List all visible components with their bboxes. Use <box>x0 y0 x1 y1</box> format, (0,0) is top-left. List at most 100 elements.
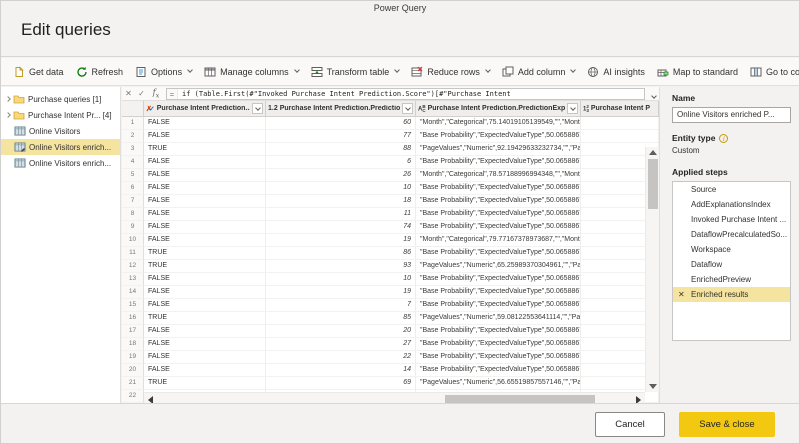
row-number-cell[interactable]: 8 <box>122 208 144 221</box>
delete-step-icon[interactable]: ✕ <box>678 287 685 302</box>
name-input[interactable]: Online Visitors enriched P... <box>672 107 791 123</box>
get-data-button[interactable]: Get data <box>7 61 70 83</box>
map-to-standard-button[interactable]: Map to standard <box>651 61 744 83</box>
prediction-score-cell[interactable]: 85 <box>266 312 416 325</box>
row-number-cell[interactable]: 18 <box>122 338 144 351</box>
row-number-cell[interactable]: 16 <box>122 312 144 325</box>
prediction-cell[interactable]: FALSE <box>144 286 266 299</box>
prediction-cell[interactable]: FALSE <box>144 325 266 338</box>
sidebar-item-online-visitors-enriched[interactable]: Online Visitors enrich... <box>1 139 120 155</box>
prediction-cell[interactable]: FALSE <box>144 130 266 143</box>
row-number-cell[interactable]: 4 <box>122 156 144 169</box>
applied-step-workspace[interactable]: Workspace <box>673 242 790 257</box>
applied-step-dataflow[interactable]: Dataflow <box>673 257 790 272</box>
prediction-cell[interactable]: FALSE <box>144 156 266 169</box>
prediction-score-cell[interactable]: 7 <box>266 299 416 312</box>
filter-button[interactable] <box>402 103 413 114</box>
row-number-cell[interactable]: 19 <box>122 351 144 364</box>
prediction-cell[interactable]: FALSE <box>144 169 266 182</box>
row-number-cell[interactable]: 13 <box>122 273 144 286</box>
row-number-cell[interactable]: 2 <box>122 130 144 143</box>
prediction-explanation-cell[interactable]: "Base Probability","ExpectedValueType",5… <box>416 338 581 351</box>
column-header-purchase-intent[interactable]: 123 Purchase Intent P <box>581 101 659 117</box>
prediction-score-cell[interactable]: 88 <box>266 143 416 156</box>
prediction-score-cell[interactable]: 77 <box>266 130 416 143</box>
prediction-score-cell[interactable]: 6 <box>266 156 416 169</box>
prediction-cell[interactable]: TRUE <box>144 247 266 260</box>
prediction-cell[interactable]: TRUE <box>144 377 266 390</box>
row-number-cell[interactable]: 3 <box>122 143 144 156</box>
info-icon[interactable]: i <box>719 134 728 143</box>
options-button[interactable]: Options <box>129 61 198 83</box>
formula-text[interactable]: if (Table.First(#"Invoked Purchase Inten… <box>178 90 644 98</box>
row-number-cell[interactable]: 5 <box>122 169 144 182</box>
prediction-score-cell[interactable]: 19 <box>266 286 416 299</box>
prediction-explanation-cell[interactable]: "Base Probability","ExpectedValueType",5… <box>416 221 581 234</box>
column-header-prediction-score[interactable]: 1.2 Purchase Intent Prediction.Predictio… <box>266 101 416 117</box>
prediction-score-cell[interactable]: 26 <box>266 169 416 182</box>
row-number-cell[interactable]: 22 <box>122 390 144 403</box>
applied-step-invoked-purchase-intent-[interactable]: Invoked Purchase Intent ... <box>673 212 790 227</box>
row-number-cell[interactable]: 14 <box>122 286 144 299</box>
purchase-intent-cell[interactable] <box>581 130 659 143</box>
prediction-explanation-cell[interactable]: "Base Probability","ExpectedValueType",5… <box>416 364 581 377</box>
prediction-cell[interactable]: FALSE <box>144 299 266 312</box>
reduce-rows-button[interactable]: Reduce rows <box>405 61 496 83</box>
prediction-explanation-cell[interactable]: "Base Probability","ExpectedValueType",5… <box>416 130 581 143</box>
row-number-cell[interactable]: 11 <box>122 247 144 260</box>
row-number-cell[interactable]: 6 <box>122 182 144 195</box>
prediction-explanation-cell[interactable]: "Base Probability","ExpectedValueType",5… <box>416 182 581 195</box>
refresh-button[interactable]: Refresh <box>70 61 130 83</box>
prediction-explanation-cell[interactable]: "Base Probability","ExpectedValueType",5… <box>416 156 581 169</box>
applied-step-enrichedpreview[interactable]: EnrichedPreview <box>673 272 790 287</box>
prediction-cell[interactable]: FALSE <box>144 273 266 286</box>
row-number-cell[interactable]: 10 <box>122 234 144 247</box>
applied-step-source[interactable]: Source <box>673 182 790 197</box>
prediction-explanation-cell[interactable]: "Month","Categorical",79.77167378973687,… <box>416 234 581 247</box>
prediction-score-cell[interactable]: 22 <box>266 351 416 364</box>
prediction-cell[interactable]: FALSE <box>144 351 266 364</box>
filter-button[interactable] <box>252 103 263 114</box>
sidebar-item-purchase-queries[interactable]: Purchase queries [1] <box>1 91 120 107</box>
sidebar-item-online-visitors[interactable]: Online Visitors <box>1 123 120 139</box>
prediction-explanation-cell[interactable]: "Base Probability","ExpectedValueType",5… <box>416 286 581 299</box>
row-number-cell[interactable]: 7 <box>122 195 144 208</box>
prediction-explanation-cell[interactable]: "Base Probability","ExpectedValueType",5… <box>416 351 581 364</box>
commit-formula-icon[interactable]: ✓ <box>135 89 148 98</box>
prediction-score-cell[interactable]: 27 <box>266 338 416 351</box>
cancel-button[interactable]: Cancel <box>595 412 665 437</box>
prediction-cell[interactable]: FALSE <box>144 195 266 208</box>
prediction-cell[interactable]: TRUE <box>144 260 266 273</box>
prediction-explanation-cell[interactable]: "Base Probability","ExpectedValueType",5… <box>416 195 581 208</box>
prediction-explanation-cell[interactable]: "Month","Categorical",75.14019105139549,… <box>416 117 581 130</box>
column-header-prediction-explanation[interactable]: ABC Purchase Intent Prediction.Predictio… <box>416 101 581 117</box>
prediction-score-cell[interactable]: 86 <box>266 247 416 260</box>
row-number-cell[interactable]: 12 <box>122 260 144 273</box>
expand-arrow-icon[interactable] <box>5 112 11 118</box>
prediction-score-cell[interactable]: 10 <box>266 182 416 195</box>
prediction-score-cell[interactable]: 14 <box>266 364 416 377</box>
prediction-explanation-cell[interactable]: "Month","Categorical",78.57188996994348,… <box>416 169 581 182</box>
scroll-up-icon[interactable] <box>649 150 657 155</box>
applied-step-dataflowprecalculatedso-[interactable]: DataflowPrecalculatedSo... <box>673 227 790 242</box>
column-header-prediction[interactable]: ✗✓ Purchase Intent Prediction.... <box>144 101 266 117</box>
vertical-scrollbar[interactable] <box>645 147 659 392</box>
prediction-score-cell[interactable]: 60 <box>266 117 416 130</box>
expand-arrow-icon[interactable] <box>5 96 11 102</box>
cancel-formula-icon[interactable]: ✕ <box>122 89 135 98</box>
prediction-explanation-cell[interactable]: "PageValues","Numeric",59.08122553641114… <box>416 312 581 325</box>
prediction-explanation-cell[interactable]: "Base Probability","ExpectedValueType",5… <box>416 299 581 312</box>
row-number-cell[interactable]: 15 <box>122 299 144 312</box>
sidebar-item-purchase-intent[interactable]: Purchase Intent Pr... [4] <box>1 107 120 123</box>
prediction-explanation-cell[interactable]: "Base Probability","ExpectedValueType",5… <box>416 325 581 338</box>
prediction-explanation-cell[interactable]: "PageValues","Numeric",56.65519857557146… <box>416 377 581 390</box>
prediction-score-cell[interactable]: 18 <box>266 195 416 208</box>
sidebar-item-online-visitors-enriched-2[interactable]: Online Visitors enrich... <box>1 155 120 171</box>
add-column-button[interactable]: Add column <box>496 61 582 83</box>
filter-button[interactable] <box>567 103 578 114</box>
row-number-cell[interactable]: 20 <box>122 364 144 377</box>
prediction-score-cell[interactable]: 74 <box>266 221 416 234</box>
row-number-cell[interactable]: 9 <box>122 221 144 234</box>
manage-columns-button[interactable]: Manage columns <box>198 61 305 83</box>
prediction-cell[interactable]: FALSE <box>144 338 266 351</box>
